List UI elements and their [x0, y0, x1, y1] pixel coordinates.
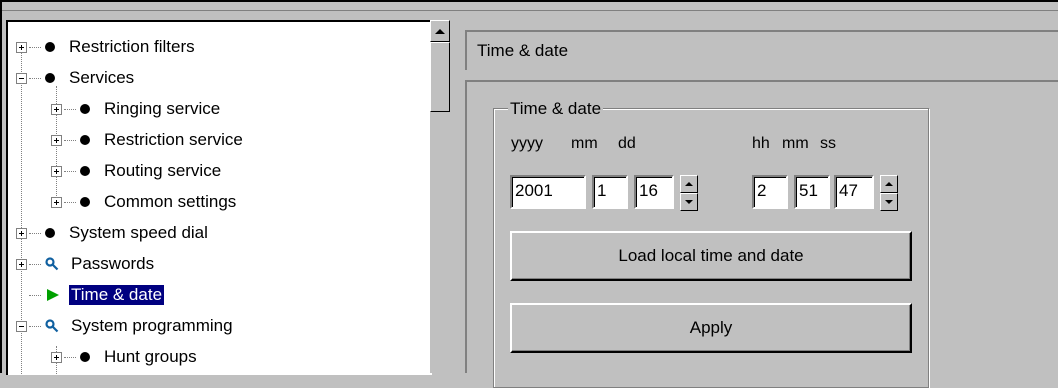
label-minute: mm: [782, 135, 809, 152]
expand-plus-icon[interactable]: [51, 103, 62, 115]
tree-item-restriction-service[interactable]: Restriction service: [51, 127, 245, 153]
scroll-track[interactable]: [430, 112, 450, 373]
label-second: ss: [820, 135, 836, 152]
expand-plus-icon[interactable]: [51, 134, 62, 146]
expand-plus-icon[interactable]: [16, 41, 27, 53]
key-icon: [45, 257, 59, 271]
time-spin-up-button[interactable]: [880, 175, 898, 193]
collapse-minus-icon[interactable]: [16, 320, 27, 332]
tree-connector: [64, 139, 76, 141]
bullet-icon: [45, 42, 55, 52]
tree-item-system-speed-dial[interactable]: System speed dial: [16, 220, 210, 246]
tree-item-label: Hunt groups: [104, 347, 197, 366]
time-date-groupbox: Time & date yyyy mm dd hh mm ss 2001 1 1…: [493, 99, 929, 388]
tree-item-label: Passwords: [71, 254, 155, 273]
expand-plus-icon[interactable]: [51, 351, 62, 363]
scroll-thumb[interactable]: [430, 42, 450, 112]
arrow-down-icon: [885, 200, 893, 204]
label-month: mm: [571, 135, 598, 152]
expand-plus-icon[interactable]: [51, 196, 62, 208]
tree-connector: [64, 108, 76, 110]
tree-item-time-date[interactable]: Time & date: [16, 282, 166, 308]
top-strip: [2, 2, 1058, 11]
month-input[interactable]: 1: [592, 175, 628, 209]
bullet-icon: [80, 197, 90, 207]
tree-item-label: Restriction service: [104, 130, 243, 149]
label-day: dd: [618, 135, 636, 152]
load-local-time-button[interactable]: Load local time and date: [510, 231, 912, 281]
tree-connector: [64, 356, 76, 358]
panel-title: Time & date: [477, 41, 569, 60]
apply-button[interactable]: Apply: [510, 303, 912, 353]
arrow-down-icon: [685, 200, 693, 204]
arrow-up-icon: [885, 182, 893, 186]
time-spinner[interactable]: [880, 175, 898, 211]
collapse-minus-icon[interactable]: [16, 72, 27, 84]
tree-connector: [64, 170, 76, 172]
label-hour: hh: [752, 135, 770, 152]
tree-connector: [64, 201, 76, 203]
minute-input[interactable]: 51: [794, 175, 830, 209]
tree-item-passwords[interactable]: Passwords: [16, 251, 156, 277]
tree-scrollbar[interactable]: [430, 20, 450, 373]
tree-item-hunt-groups[interactable]: Hunt groups: [51, 344, 199, 370]
scroll-up-button[interactable]: [430, 20, 450, 42]
tree-connector: [29, 77, 41, 79]
arrow-up-icon: [685, 182, 693, 186]
date-spinner[interactable]: [680, 175, 698, 211]
key-icon: [45, 319, 59, 333]
tree-item-common-settings[interactable]: Common settings: [51, 189, 238, 215]
expand-plus-icon[interactable]: [51, 165, 62, 177]
tree-connector: [29, 232, 41, 234]
tree-item-label: Ringing service: [104, 99, 221, 118]
groupbox-title: Time & date: [508, 99, 604, 119]
play-icon: [47, 289, 59, 301]
second-input[interactable]: 47: [834, 175, 874, 209]
tree-item-label: System programming: [71, 316, 233, 335]
bullet-icon: [45, 73, 55, 83]
tree-view[interactable]: Restriction filters Services Ringing ser…: [6, 20, 432, 375]
tree-connector: [29, 294, 41, 296]
panel-title-bar: Time & date: [465, 30, 1058, 70]
bullet-icon: [45, 228, 55, 238]
expand-plus-icon[interactable]: [16, 227, 27, 239]
tree-item-label: Routing service: [104, 161, 222, 180]
tree-item-system-programming[interactable]: System programming: [16, 313, 235, 339]
bullet-icon: [80, 352, 90, 362]
bullet-icon: [80, 166, 90, 176]
hour-input[interactable]: 2: [752, 175, 788, 209]
tree-item-restriction-filters[interactable]: Restriction filters: [16, 34, 197, 60]
bullet-icon: [80, 135, 90, 145]
tree-item-label: Common settings: [104, 192, 237, 211]
date-spin-up-button[interactable]: [680, 175, 698, 193]
year-input[interactable]: 2001: [510, 175, 586, 209]
arrow-up-icon: [435, 28, 445, 34]
tree-item-label: System speed dial: [69, 223, 208, 242]
label-yyyy: yyyy: [511, 135, 543, 152]
time-spin-down-button[interactable]: [880, 193, 898, 211]
tree-item-services[interactable]: Services: [16, 65, 136, 91]
tree-connector: [29, 46, 41, 48]
tree-item-label: Restriction filters: [69, 37, 195, 56]
tree-item-label-selected: Time & date: [67, 284, 166, 306]
date-spin-down-button[interactable]: [680, 193, 698, 211]
expand-plus-icon[interactable]: [16, 258, 27, 270]
panel-content: Time & date yyyy mm dd hh mm ss 2001 1 1…: [465, 80, 1058, 388]
tree-item-routing-service[interactable]: Routing service: [51, 158, 223, 184]
tree-connector: [29, 325, 41, 327]
panel-splitter[interactable]: [450, 20, 458, 373]
bullet-icon: [80, 104, 90, 114]
day-input[interactable]: 16: [634, 175, 674, 209]
tree-connector: [29, 263, 41, 265]
tree-item-label: Services: [69, 68, 135, 87]
tree-item-ringing-service[interactable]: Ringing service: [51, 96, 222, 122]
